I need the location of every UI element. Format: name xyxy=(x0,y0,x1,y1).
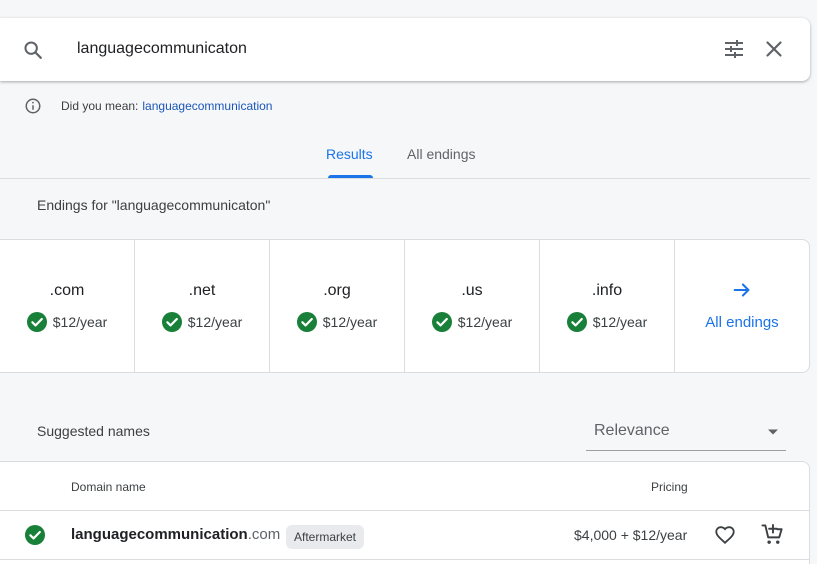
ending-price: $12/year xyxy=(457,314,513,330)
endings-heading: Endings for "languagecommunicaton" xyxy=(37,197,271,213)
column-header-pricing: Pricing xyxy=(651,480,688,494)
ending-extension: .us xyxy=(461,282,483,299)
arrow-right-icon xyxy=(733,283,750,297)
ending-card-net[interactable]: .net $12/year xyxy=(135,240,270,372)
tab-all-endings[interactable]: All endings xyxy=(407,146,476,162)
search-bar[interactable]: languagecommunicaton xyxy=(0,18,810,81)
results-table: Domain name Pricing languagecommunicatio… xyxy=(0,461,810,564)
domain-name[interactable]: languagecommunication.com xyxy=(71,526,280,543)
add-to-cart-icon[interactable] xyxy=(761,523,784,546)
table-header: Domain name Pricing xyxy=(0,462,809,511)
tune-icon[interactable] xyxy=(722,37,746,61)
caret-down-icon xyxy=(768,429,778,435)
suggested-heading: Suggested names xyxy=(37,423,150,439)
sort-value: Relevance xyxy=(594,422,670,439)
sort-dropdown[interactable]: Relevance xyxy=(586,413,786,451)
close-icon[interactable] xyxy=(762,37,786,61)
check-circle-icon xyxy=(26,312,47,332)
table-row[interactable]: languagecommunication.com Aftermarket $4… xyxy=(0,512,809,560)
ending-price-row: $12/year xyxy=(270,312,404,332)
ending-extension: .info xyxy=(591,282,623,299)
check-circle-icon xyxy=(25,525,45,545)
check-circle-icon xyxy=(431,312,452,332)
did-you-mean-link[interactable]: languagecommunication xyxy=(142,99,272,113)
active-tab-indicator xyxy=(328,175,373,178)
endings-grid: .com $12/year .net $12/year .org $12/yea… xyxy=(0,239,810,373)
ending-price: $12/year xyxy=(52,314,108,330)
tab-bar: Results All endings xyxy=(0,139,810,179)
ending-card-com[interactable]: .com $12/year xyxy=(0,240,135,372)
search-input[interactable]: languagecommunicaton xyxy=(77,40,247,58)
ending-price-row: $12/year xyxy=(405,312,539,332)
ending-price-row: $12/year xyxy=(135,312,269,332)
aftermarket-badge: Aftermarket xyxy=(286,525,365,549)
row-price: $4,000 + $12/year xyxy=(574,527,688,543)
ending-price-row: $12/year xyxy=(540,312,674,332)
did-you-mean-prefix: Did you mean: xyxy=(61,99,139,113)
ending-price-row: $12/year xyxy=(0,312,134,332)
ending-extension: .net xyxy=(188,282,216,299)
domain-name-label: languagecommunication xyxy=(71,526,248,543)
domain-tld: .com xyxy=(247,526,281,543)
info-icon xyxy=(25,98,41,114)
heart-icon[interactable] xyxy=(714,524,736,546)
all-endings-card[interactable]: All endings xyxy=(675,240,809,372)
ending-card-info[interactable]: .info $12/year xyxy=(540,240,675,372)
ending-price: $12/year xyxy=(187,314,243,330)
all-endings-link[interactable]: All endings xyxy=(675,314,809,331)
search-icon[interactable] xyxy=(22,39,44,61)
ending-extension: .org xyxy=(323,282,351,299)
ending-card-us[interactable]: .us $12/year xyxy=(405,240,540,372)
check-circle-icon xyxy=(161,312,182,332)
ending-card-org[interactable]: .org $12/year xyxy=(270,240,405,372)
check-circle-icon xyxy=(566,312,587,332)
did-you-mean: Did you mean: languagecommunication xyxy=(24,96,272,116)
ending-price: $12/year xyxy=(592,314,648,330)
tab-results[interactable]: Results xyxy=(326,146,373,162)
column-header-domain: Domain name xyxy=(71,480,146,494)
ending-extension: .com xyxy=(49,282,85,299)
ending-price: $12/year xyxy=(322,314,378,330)
check-circle-icon xyxy=(296,312,317,332)
